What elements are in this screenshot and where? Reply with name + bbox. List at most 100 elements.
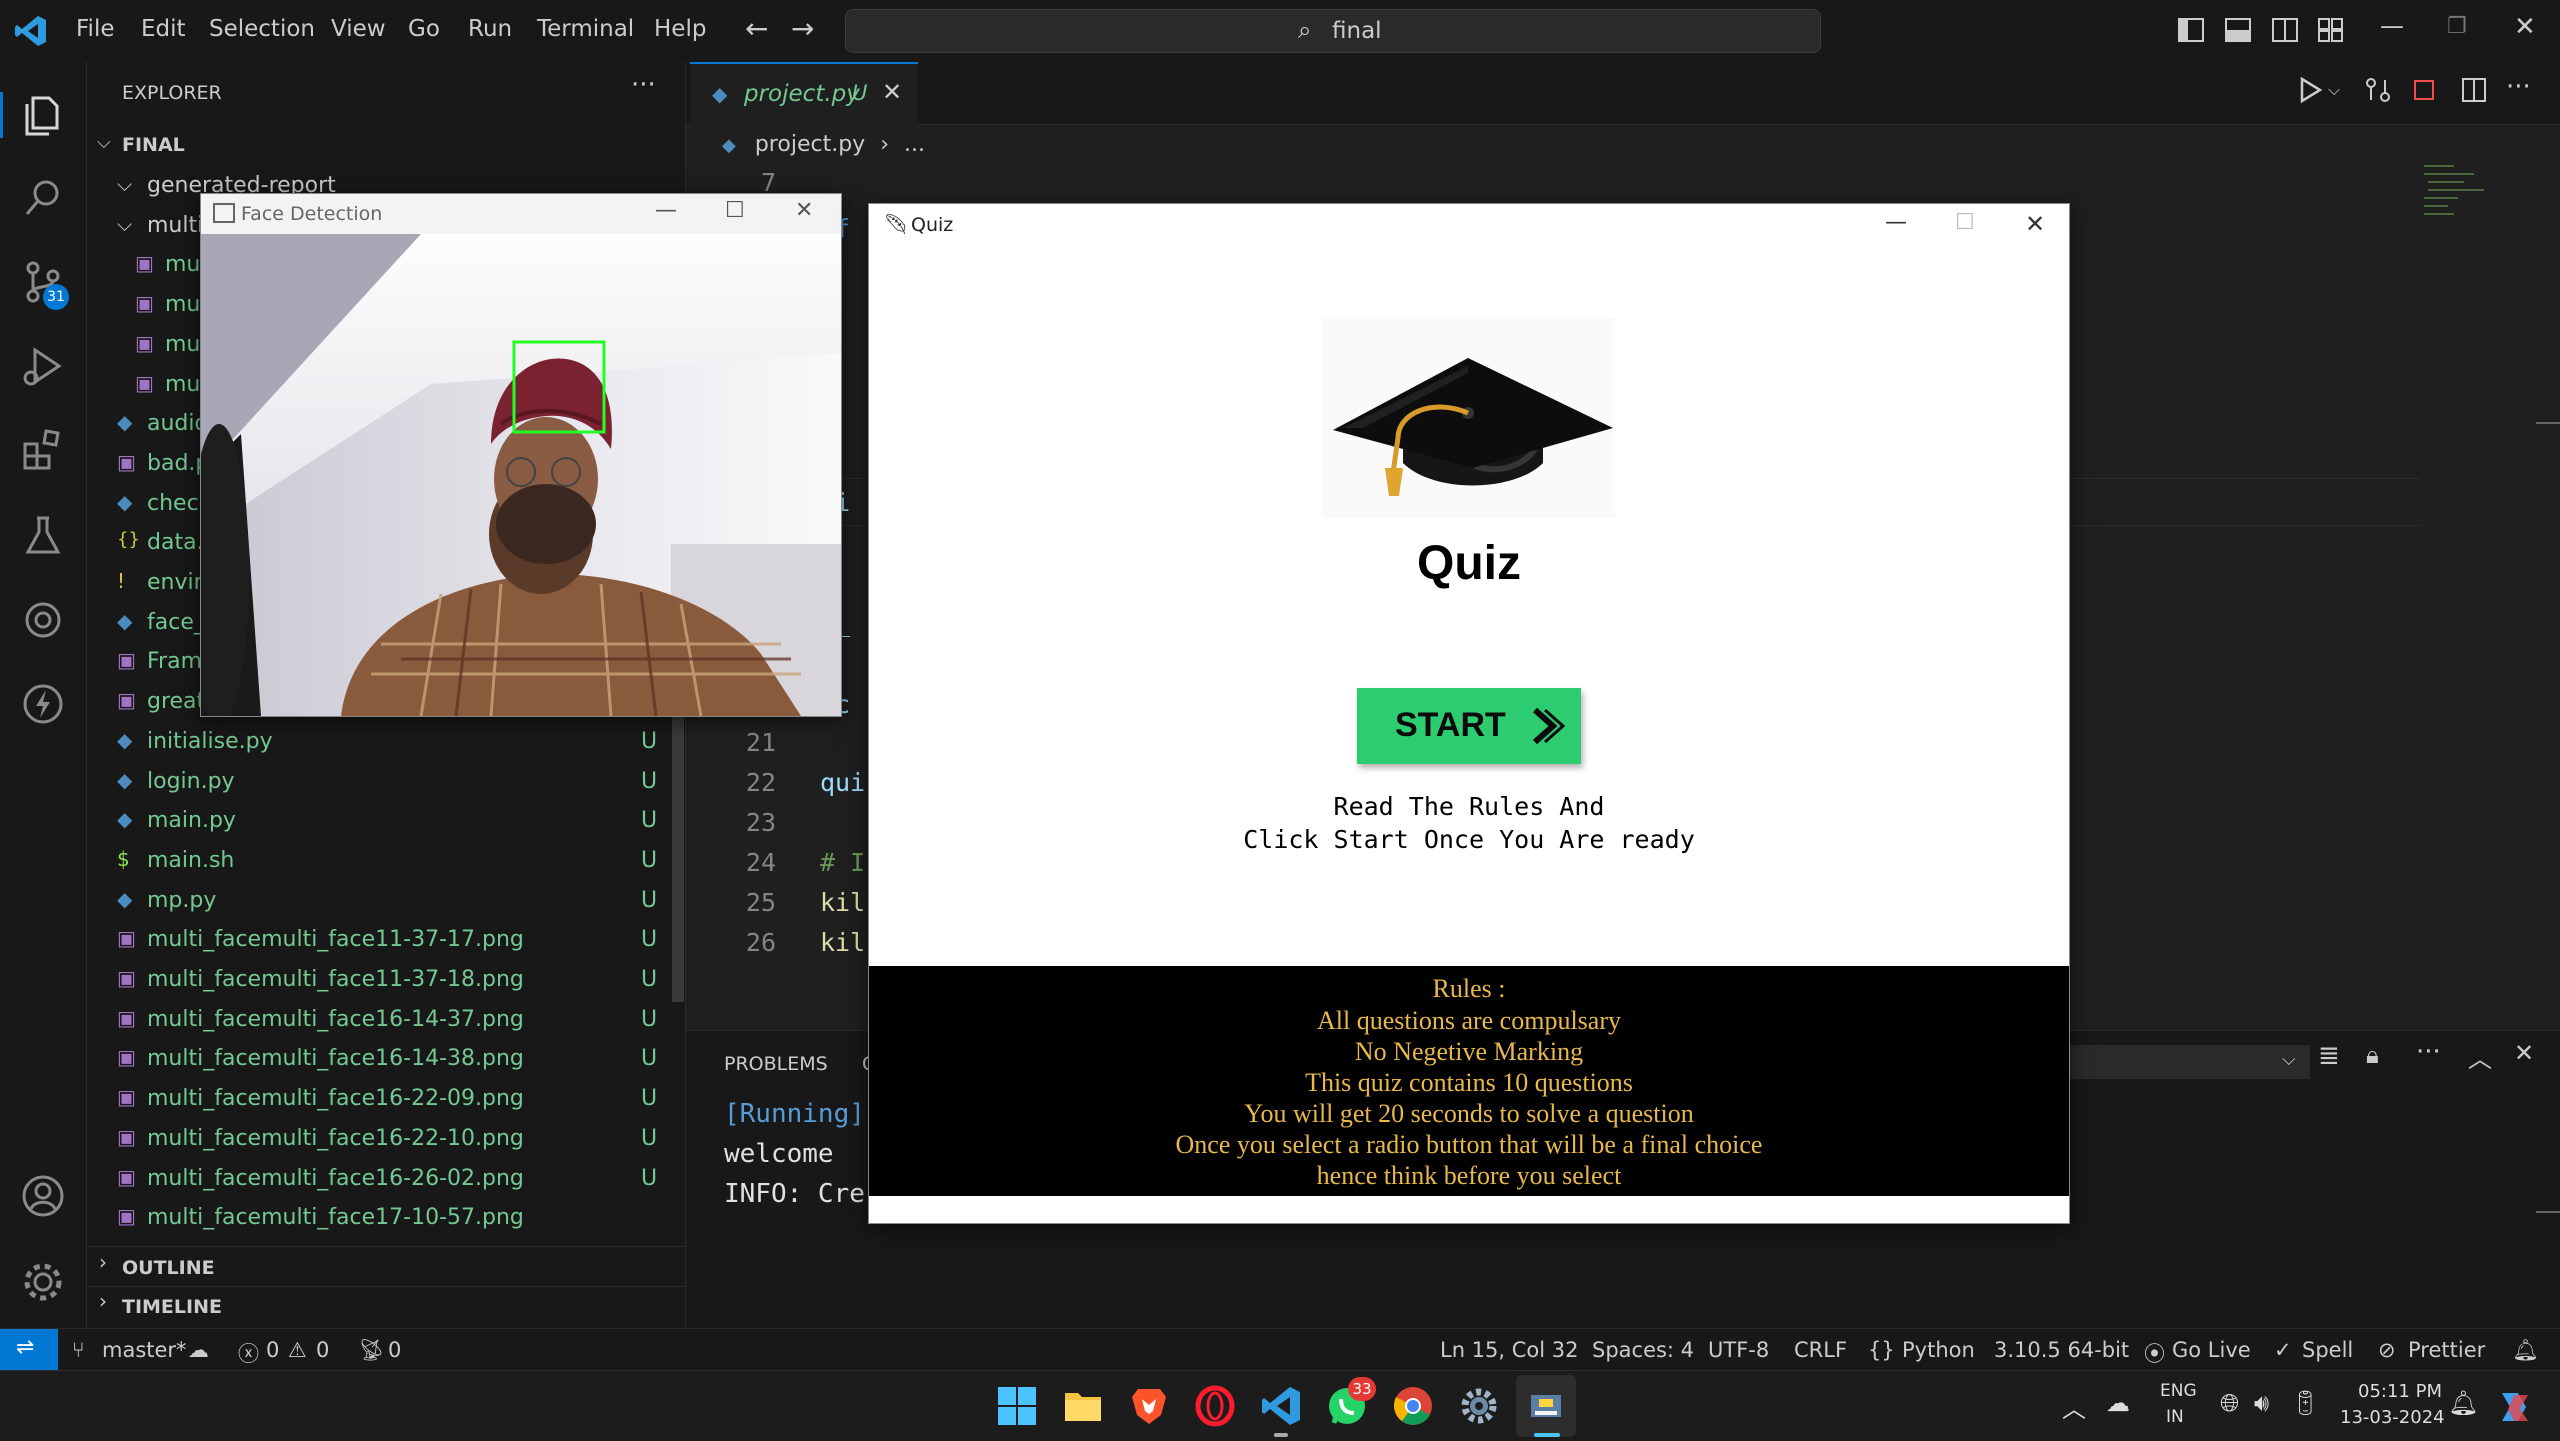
menu-file[interactable]: File [76, 16, 115, 42]
go-live[interactable]: Go Live [2172, 1338, 2251, 1362]
search-icon[interactable] [19, 174, 67, 222]
minimize-icon[interactable]: — [1885, 210, 1907, 235]
show-hidden-icons[interactable]: ︿ [2062, 1389, 2086, 1424]
start-button[interactable]: START [1357, 688, 1581, 764]
thunder-client-icon[interactable] [19, 680, 67, 728]
close-icon[interactable]: ✕ [2514, 12, 2536, 42]
maximize-icon[interactable]: ☐ [725, 198, 745, 223]
split-editor-icon[interactable] [2462, 78, 2486, 102]
tree-file[interactable]: ▣ multi_facemulti_face16-22-09.png U [87, 1079, 685, 1117]
tree-file[interactable]: ▣ multi_facemulti_face11-37-17.png U [87, 920, 685, 958]
clock-date[interactable]: 13-03-2024 [2340, 1407, 2445, 1428]
python-tk-icon[interactable] [1525, 1385, 1567, 1427]
tree-file[interactable]: ◆ mp.py U [87, 881, 685, 919]
tab-project-py[interactable]: ◆ project.py U ✕ [690, 62, 918, 126]
code-line[interactable]: kil [820, 928, 865, 957]
branch-name[interactable]: master* [102, 1338, 187, 1362]
tree-file[interactable]: ▣ multi_facemulti_face16-26-02.png U [87, 1159, 685, 1197]
toggle-sidebar-icon[interactable] [2178, 18, 2204, 42]
command-center[interactable]: ⌕ final [845, 9, 1821, 53]
minimap[interactable] [2424, 162, 2492, 222]
cursor-position[interactable]: Ln 15, Col 32 [1440, 1338, 1579, 1362]
code-line[interactable]: qui [820, 768, 865, 797]
quiz-window-titlebar[interactable]: 🪶︎ Quiz — ☐ ✕ [869, 204, 2069, 248]
end-of-line[interactable]: CRLF [1794, 1338, 1847, 1362]
tree-file[interactable]: ◆ initialise.py U [87, 722, 685, 760]
opera-browser-icon[interactable] [1194, 1385, 1236, 1427]
whatsapp-icon[interactable]: 33 [1326, 1377, 1376, 1427]
compare-changes-icon[interactable] [2364, 76, 2392, 104]
more-actions-icon[interactable]: ··· [631, 70, 656, 100]
chrome-icon[interactable] [1392, 1385, 1434, 1427]
stop-icon[interactable] [2414, 80, 2434, 100]
error-count[interactable]: 0 [266, 1338, 279, 1362]
clear-output-icon[interactable]: ≣ [2318, 1041, 2340, 1071]
language-top[interactable]: ENG [2160, 1381, 2197, 1401]
sync-icon[interactable]: ☁ [188, 1338, 209, 1362]
copilot-icon[interactable] [2494, 1387, 2534, 1427]
tree-file[interactable]: ▣ multi_facemulti_face16-22-10.png U [87, 1119, 685, 1157]
face-window-titlebar[interactable]: Face Detection — ☐ ✕ [201, 194, 841, 234]
indentation[interactable]: Spaces: 4 [1592, 1338, 1694, 1362]
extensions-icon[interactable] [19, 426, 67, 474]
python-interpreter[interactable]: 3.10.5 64-bit [1994, 1338, 2129, 1362]
maximize-icon[interactable]: ☐ [1955, 210, 1975, 235]
vscode-taskbar-icon[interactable] [1260, 1385, 1302, 1427]
explorer-icon[interactable] [19, 90, 67, 138]
run-dropdown-icon[interactable]: ⌵ [2328, 80, 2340, 100]
battery-icon[interactable]: 🔋︎ [2290, 1389, 2320, 1417]
volume-icon[interactable]: 🔊︎ [2254, 1389, 2269, 1417]
account-icon[interactable] [19, 1172, 67, 1220]
close-icon[interactable]: ✕ [2025, 210, 2045, 238]
forward-arrow-icon[interactable]: → [791, 12, 814, 45]
brave-browser-icon[interactable] [1128, 1385, 1170, 1427]
close-icon[interactable]: ✕ [795, 198, 813, 223]
chevron-right-icon[interactable]: › [99, 1289, 107, 1313]
tree-file[interactable]: $ main.sh U [87, 841, 685, 879]
network-globe-icon[interactable]: 🌐︎ [2220, 1389, 2239, 1417]
code-line[interactable]: kil [820, 888, 865, 917]
manage-gear-icon[interactable] [19, 1258, 67, 1306]
maximize-panel-icon[interactable]: ︿ [2468, 1039, 2492, 1074]
tab-problems[interactable]: PROBLEMS [724, 1053, 828, 1075]
chevron-right-icon[interactable]: › [99, 1250, 107, 1274]
menu-view[interactable]: View [331, 16, 386, 42]
spell-check[interactable]: Spell [2302, 1338, 2353, 1362]
menu-selection[interactable]: Selection [209, 16, 315, 42]
clock-time[interactable]: 05:11 PM [2358, 1381, 2442, 1402]
menu-go[interactable]: Go [408, 16, 440, 42]
restore-icon[interactable]: ❐ [2447, 14, 2467, 39]
chatgpt-icon[interactable] [19, 596, 67, 644]
ports-count[interactable]: 0 [388, 1338, 401, 1362]
tree-file[interactable]: ▣ multi_facemulti_face16-14-38.png U [87, 1039, 685, 1077]
run-debug-icon[interactable] [19, 342, 67, 390]
testing-flask-icon[interactable] [19, 512, 67, 560]
outline-section[interactable]: OUTLINE [122, 1257, 215, 1279]
minimize-icon[interactable]: — [655, 198, 677, 223]
notification-bell-icon[interactable]: 🔔︎ [2448, 1389, 2478, 1417]
menu-terminal[interactable]: Terminal [537, 16, 634, 42]
panel-more-icon[interactable]: ··· [2416, 1037, 2441, 1067]
tree-file[interactable]: ▣ multi_facemulti_face11-37-18.png U [87, 960, 685, 998]
output-channel-select[interactable]: ⌵ [2070, 1045, 2310, 1079]
toggle-secondary-sidebar-icon[interactable] [2272, 18, 2298, 42]
minimize-icon[interactable]: — [2380, 12, 2404, 40]
source-control-icon[interactable]: 31 [19, 258, 69, 310]
menu-run[interactable]: Run [468, 16, 512, 42]
tree-file[interactable]: ▣ multi_facemulti_face16-14-37.png U [87, 1000, 685, 1038]
tree-file[interactable]: ◆ login.py U [87, 762, 685, 800]
warning-count[interactable]: 0 [316, 1338, 329, 1362]
menu-edit[interactable]: Edit [141, 16, 186, 42]
notifications-bell-icon[interactable]: 🔔︎ [2512, 1338, 2539, 1363]
timeline-section[interactable]: TIMELINE [122, 1296, 222, 1318]
tree-file[interactable]: ◆ main.py U [87, 801, 685, 839]
code-line[interactable]: # I [820, 848, 865, 877]
remote-indicator[interactable]: ⇌ [0, 1329, 58, 1371]
windows-start-icon[interactable] [996, 1385, 1038, 1427]
language-mode[interactable]: Python [1902, 1338, 1975, 1362]
breadcrumb-file[interactable]: project.py [755, 132, 865, 157]
encoding[interactable]: UTF-8 [1708, 1338, 1769, 1362]
prettier[interactable]: Prettier [2408, 1338, 2485, 1362]
tree-file[interactable]: ▣ multi_facemulti_face17-10-57.png [87, 1198, 685, 1236]
explorer-root-folder[interactable]: FINAL [122, 134, 185, 156]
